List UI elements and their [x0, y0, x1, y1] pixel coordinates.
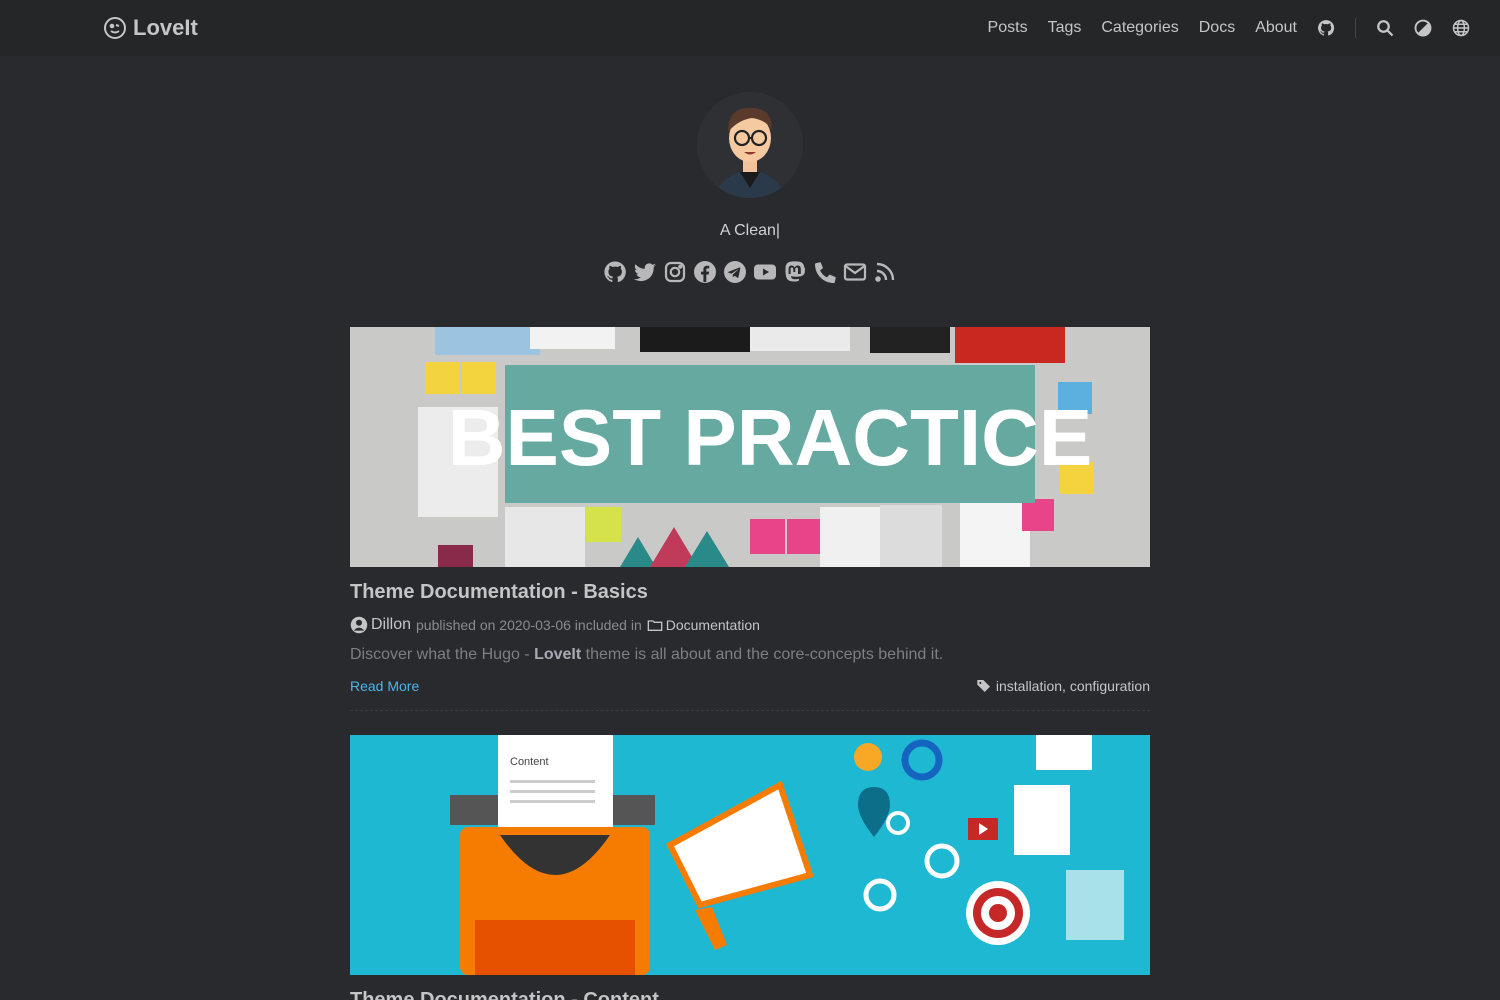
post-summary: Discover what the Hugo - LoveIt theme is… — [350, 646, 1150, 664]
email-icon[interactable] — [843, 260, 867, 284]
post-tags: installation, configuration — [976, 678, 1150, 694]
tags-icon — [976, 678, 992, 694]
author-icon — [350, 616, 368, 634]
social-links — [0, 260, 1500, 284]
post-title[interactable]: Theme Documentation - Content — [350, 989, 1150, 1000]
nav-divider — [1355, 18, 1356, 38]
nav-tags[interactable]: Tags — [1048, 19, 1082, 37]
post-summary-card: Content Theme Documentation - Content — [350, 735, 1150, 1000]
rss-icon[interactable] — [873, 260, 897, 284]
github-icon[interactable] — [1317, 19, 1335, 37]
theme-switch-icon[interactable] — [1414, 19, 1432, 37]
mastodon-icon[interactable] — [783, 260, 807, 284]
site-logo[interactable]: LoveIt — [103, 15, 198, 41]
logo-text: LoveIt — [133, 15, 198, 40]
post-title[interactable]: Theme Documentation - Basics — [350, 581, 1150, 604]
summary-text-bold: LoveIt — [534, 646, 582, 663]
summary-text-after: theme is all about and the core-concepts… — [581, 646, 944, 663]
phone-icon[interactable] — [813, 260, 837, 284]
read-more-link[interactable]: Read More — [350, 678, 419, 694]
language-icon[interactable] — [1452, 19, 1470, 37]
post-image-text: BEST PRACTICE — [448, 393, 1093, 482]
post-meta: Dillon published on 2020-03-06 included … — [350, 616, 1150, 634]
post-author[interactable]: Dillon — [371, 616, 411, 634]
twitter-icon[interactable] — [633, 260, 657, 284]
home-subtitle: A Clean| — [719, 222, 781, 239]
post-summary-card: BEST PRACTICE Theme Documentation - Basi… — [350, 327, 1150, 711]
nav-docs[interactable]: Docs — [1199, 19, 1235, 37]
nav-about[interactable]: About — [1255, 19, 1297, 37]
post-image-text: Content — [510, 756, 549, 768]
site-header: LoveIt Posts Tags Categories Docs About — [0, 0, 1500, 56]
post-featured-image[interactable]: BEST PRACTICE — [350, 327, 1150, 567]
post-published: published on 2020-03-06 included in — [416, 617, 642, 633]
post-footer: Read More installation, configuration — [350, 678, 1150, 711]
post-category[interactable]: Documentation — [666, 617, 760, 633]
post-featured-image[interactable]: Content — [350, 735, 1150, 975]
summary-text-before: Discover what the Hugo - — [350, 646, 535, 663]
nav-categories[interactable]: Categories — [1101, 19, 1178, 37]
avatar — [697, 92, 803, 198]
github-icon[interactable] — [603, 260, 627, 284]
instagram-icon[interactable] — [663, 260, 687, 284]
main-nav: Posts Tags Categories Docs About — [988, 0, 1470, 56]
youtube-icon[interactable] — [753, 260, 777, 284]
logo-icon — [104, 17, 126, 39]
search-icon[interactable] — [1376, 19, 1394, 37]
home-profile: A Clean| — [0, 92, 1500, 284]
facebook-icon[interactable] — [693, 260, 717, 284]
telegram-icon[interactable] — [723, 260, 747, 284]
nav-posts[interactable]: Posts — [988, 19, 1028, 37]
folder-icon — [647, 617, 663, 633]
post-tags-text[interactable]: installation, configuration — [996, 678, 1150, 694]
